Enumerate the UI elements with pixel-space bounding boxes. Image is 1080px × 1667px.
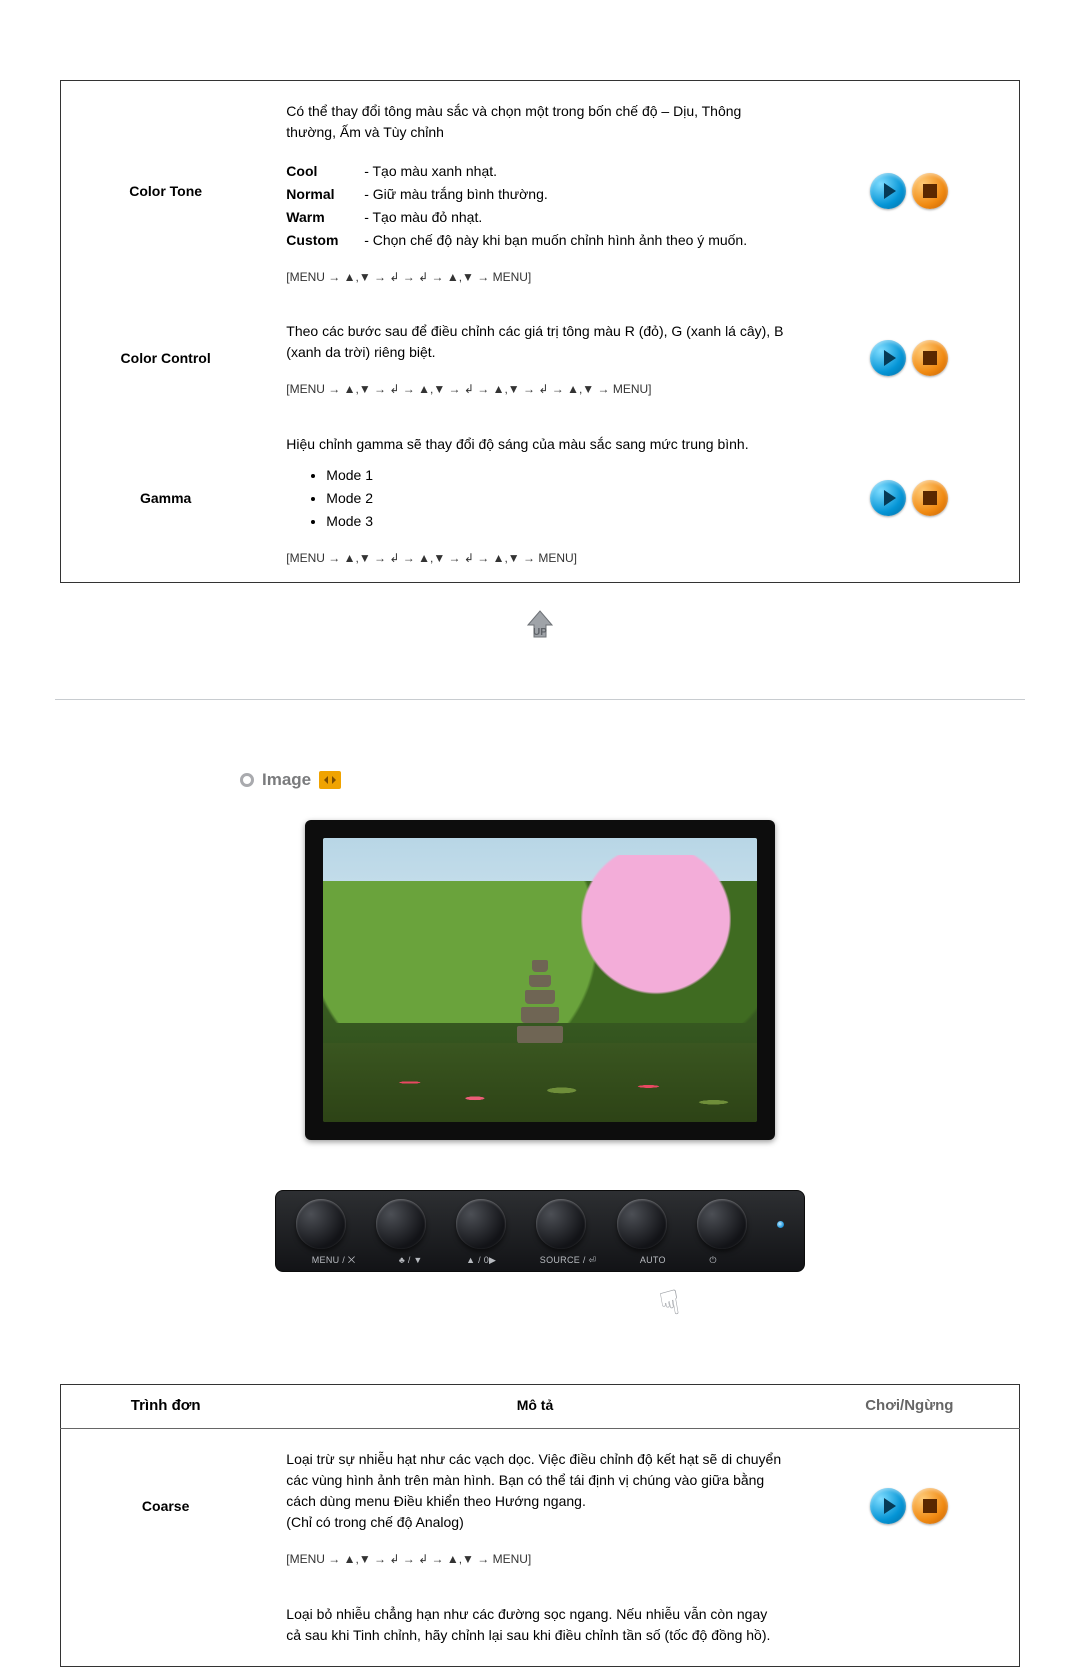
stop-icon [923,1499,937,1513]
opt-cool-text: - Tạo màu xanh nhạt. [364,163,497,179]
bezel-label-power: ⏻ [709,1255,716,1266]
image-settings-table: Trình đơn Mô tả Chơi/Ngừng Coarse Loại t… [60,1384,1020,1666]
gamma-mode-1: Mode 1 [326,465,783,486]
bezel-label-minus: ♣ / ▼ [399,1255,423,1266]
bezel-label-auto: AUTO [640,1255,666,1266]
play-stop-coarse [800,1429,1020,1584]
bezel-auto-button[interactable] [617,1199,667,1249]
menu-path-color-tone: [MENU → ▲,▼ → ↲ → ↲ → ▲,▼ → MENU] [286,267,783,287]
svg-text:UP: UP [533,627,547,638]
play-icon [884,350,896,366]
color-control-desc: Theo các bước sau để điều chỉnh các giá … [286,321,783,363]
ring-bullet-icon [240,773,254,787]
opt-warm-text: - Tạo màu đỏ nhạt. [364,209,482,225]
fine-desc: Loại bỏ nhiễu chẳng hạn như các đường sọ… [286,1604,783,1646]
section-divider [55,699,1025,700]
bezel-power-button[interactable] [697,1199,747,1249]
gamma-mode-2: Mode 2 [326,488,783,509]
image-table-header-play: Chơi/Ngừng [800,1385,1020,1429]
play-button[interactable] [870,1488,906,1524]
row-label-coarse: Coarse [61,1429,271,1584]
row-desc-color-tone: Có thể thay đổi tông màu sắc và chọn một… [270,81,799,302]
row-desc-fine: Loại bỏ nhiễu chẳng hạn như các đường sọ… [270,1584,799,1667]
row-label-gamma: Gamma [61,414,271,583]
up-arrow-icon: UP [516,605,564,643]
play-icon [884,1498,896,1514]
menu-path-coarse: [MENU → ▲,▼ → ↲ → ↲ → ▲,▼ → MENU] [286,1549,783,1569]
bidirectional-arrow-icon [319,771,341,789]
stop-button[interactable] [912,173,948,209]
gamma-mode-3: Mode 3 [326,511,783,532]
color-tone-intro: Có thể thay đổi tông màu sắc và chọn một… [286,101,783,143]
row-desc-gamma: Hiệu chỉnh gamma sẽ thay đổi độ sáng của… [270,414,799,583]
opt-custom-text: - Chọn chế độ này khi bạn muốn chỉnh hìn… [364,232,747,248]
row-label-fine [61,1584,271,1667]
image-section-title: Image [262,770,311,790]
play-stop-fine [800,1584,1020,1667]
stop-icon [923,184,937,198]
bezel-source-button[interactable] [536,1199,586,1249]
monitor-preview [305,820,775,1140]
label-text: Color Control [121,350,211,366]
label-text: Gamma [140,490,191,506]
image-table-header-menu: Trình đơn [61,1385,271,1429]
label-text: Color Tone [129,183,202,199]
stop-button[interactable] [912,340,948,376]
image-section-heading: Image [240,770,1080,790]
row-desc-coarse: Loại trừ sự nhiễu hạt như các vạch dọc. … [270,1429,799,1584]
bezel-plus-button[interactable] [456,1199,506,1249]
menu-path-color-control: [MENU → ▲,▼ → ↲ → ▲,▼ → ↲ → ▲,▼ → ↲ → ▲,… [286,379,783,399]
opt-warm-key: Warm [286,207,360,228]
play-icon [884,183,896,199]
row-desc-color-control: Theo các bước sau để điều chỉnh các giá … [270,301,799,413]
bezel-menu-button[interactable] [296,1199,346,1249]
monitor-screen-image [323,838,757,1122]
opt-custom-key: Custom [286,230,360,251]
opt-cool-key: Cool [286,161,360,182]
play-stop-color-tone [800,81,1020,302]
play-stop-color-control [800,301,1020,413]
stop-icon [923,351,937,365]
play-icon [884,490,896,506]
menu-path-gamma: [MENU → ▲,▼ → ↲ → ▲,▼ → ↲ → ▲,▼ → MENU] [286,548,783,568]
power-led-icon [777,1221,784,1228]
opt-normal-key: Normal [286,184,360,205]
bezel-minus-button[interactable] [376,1199,426,1249]
opt-normal-text: - Giữ màu trắng bình thường. [364,186,548,202]
stop-button[interactable] [912,1488,948,1524]
stop-button[interactable] [912,480,948,516]
bezel-label-source: SOURCE / ⏎ [540,1255,597,1266]
play-stop-gamma [800,414,1020,583]
bezel-label-plus: ▲ / 0▶ [466,1255,496,1266]
color-settings-table: Color Tone Có thể thay đổi tông màu sắc … [60,80,1020,583]
up-link[interactable]: UP [516,605,564,643]
bezel-label-menu: MENU / ⨉ [312,1255,356,1266]
row-label-color-tone: Color Tone [61,81,271,302]
coarse-desc: Loại trừ sự nhiễu hạt như các vạch dọc. … [286,1449,783,1533]
play-button[interactable] [870,480,906,516]
stop-icon [923,491,937,505]
gamma-desc: Hiệu chỉnh gamma sẽ thay đổi độ sáng của… [286,434,783,455]
monitor-button-bezel: MENU / ⨉ ♣ / ▼ ▲ / 0▶ SOURCE / ⏎ AUTO ⏻ [275,1190,805,1272]
play-button[interactable] [870,340,906,376]
image-table-header-desc: Mô tả [270,1385,799,1429]
label-text: Coarse [142,1498,189,1514]
row-label-color-control: Color Control [61,301,271,413]
play-button[interactable] [870,173,906,209]
